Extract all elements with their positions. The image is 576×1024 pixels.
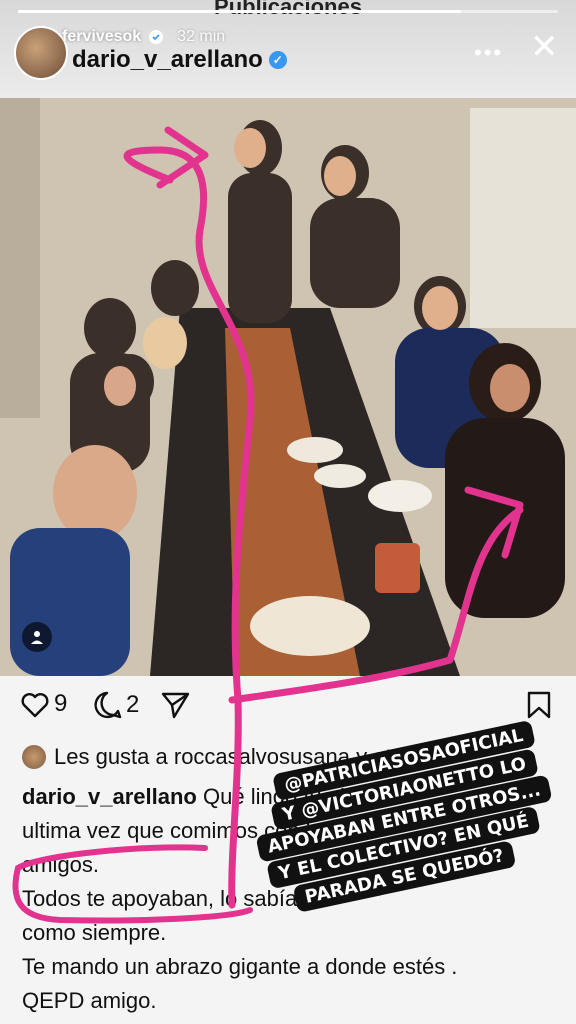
annotation-circle bbox=[12, 844, 253, 924]
annotation-arrow-right bbox=[228, 486, 524, 704]
overlay-text-sticker: @PATRICIASOSAOFICIAL Y @VICTORIAONETTO L… bbox=[254, 719, 554, 913]
annotation-line bbox=[123, 146, 255, 909]
